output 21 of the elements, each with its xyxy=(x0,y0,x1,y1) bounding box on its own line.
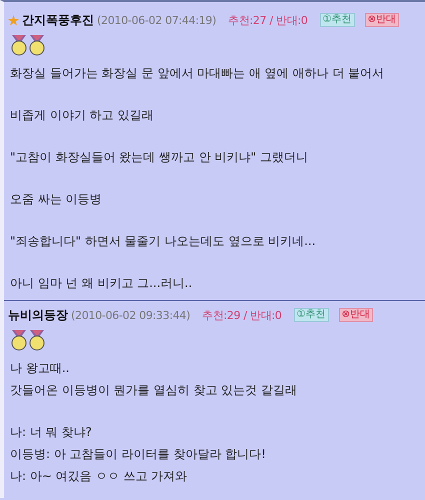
author-name: 간지폭풍후진 xyxy=(22,12,94,28)
vote-count: 추천:29 / 반대:0 xyxy=(202,308,282,322)
comment-text: 화장실 들어가는 화장실 문 앞에서 마대빠는 애 옆에 애하나 더 붙어서 xyxy=(10,65,386,82)
medal-icon xyxy=(10,34,28,56)
post-date: (2010-06-02 09:33:44) xyxy=(71,308,190,322)
comment-text: 오줌 싸는 이등병 xyxy=(10,191,103,208)
comment-text: 갓들어온 이등병이 뭔가를 열심히 찾고 있는것 같길래 xyxy=(10,382,298,399)
comment-text: 나 왕고때.. xyxy=(10,360,70,377)
comment-text: 비좁게 이야기 하고 있길래 xyxy=(10,107,154,124)
comment-text: 나: 너 뭐 찾냐? xyxy=(10,424,93,441)
author-name: 뉴비의등장 xyxy=(8,306,68,324)
medal-icon xyxy=(28,34,46,56)
comment-text: "죄송합니다" 하면서 물줄기 나오는데도 옆으로 비키네... xyxy=(10,233,317,250)
vote-count: 추천:27 / 반대:0 xyxy=(228,12,308,28)
comment-text: 이등병: 아 고참들이 라이터를 찾아달라 합니다! xyxy=(10,446,267,463)
post-date: (2010-06-02 07:44:19) xyxy=(97,14,216,26)
comment-text: 나: 아~ 여깄음 ㅇㅇ 쓰고 가져와 xyxy=(10,468,188,485)
comment-text: "고참이 화장실들어 왔는데 쌩까고 안 비키냐" 그랬더니 xyxy=(10,149,309,166)
recommend-button[interactable]: ①추천 xyxy=(320,13,355,27)
oppose-button[interactable]: ⊗반대 xyxy=(364,13,399,27)
comment-text: 아니 임마 넌 왜 비키고 그...러니.. xyxy=(10,275,194,292)
